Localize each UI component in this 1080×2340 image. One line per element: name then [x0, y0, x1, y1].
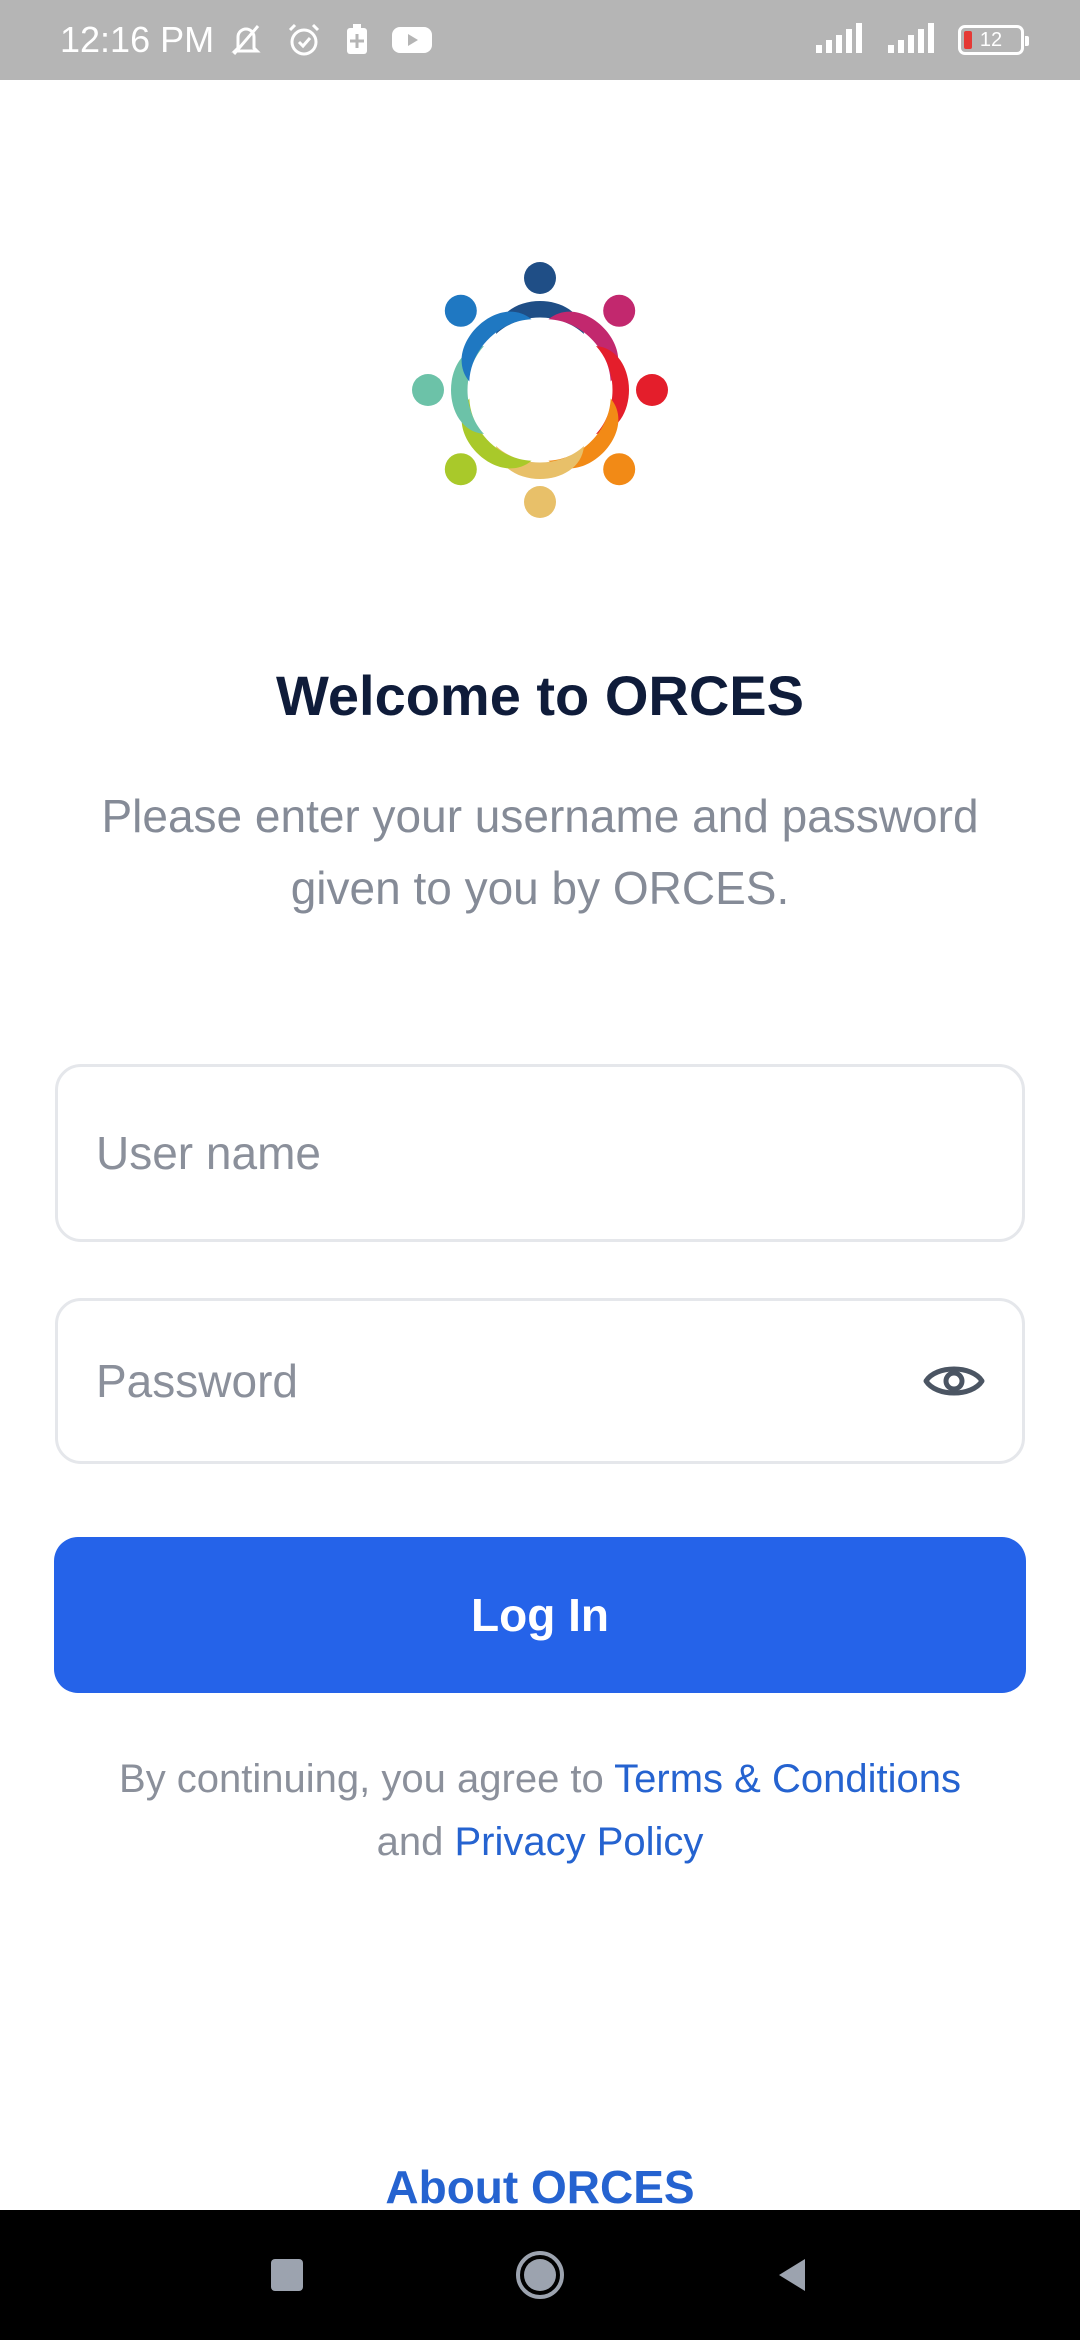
home-button[interactable]: [510, 2245, 570, 2305]
username-input[interactable]: [94, 1125, 986, 1181]
legal-notice: By continuing, you agree to Terms & Cond…: [60, 1748, 1020, 1874]
about-link[interactable]: About ORCES: [0, 2160, 1080, 2214]
legal-prefix: By continuing, you agree to: [119, 1757, 615, 1801]
login-instructions: Please enter your username and password …: [101, 790, 979, 914]
people-circle-logo: [412, 262, 668, 518]
triangle-back-icon: [779, 2259, 806, 2291]
notifications-muted-icon: [226, 20, 266, 60]
alarm-icon: [284, 20, 324, 60]
status-time: 12:16 PM: [60, 19, 215, 60]
privacy-link[interactable]: Privacy Policy: [454, 1820, 703, 1864]
login-screen: Welcome to ORCES Please enter your usern…: [0, 80, 1080, 2213]
status-bar: 12:16 PM 12: [0, 0, 1080, 80]
eye-icon[interactable]: [922, 1349, 986, 1413]
password-field[interactable]: [55, 1298, 1025, 1464]
status-icons-right: 12: [814, 21, 1029, 60]
legal-and: and: [376, 1820, 455, 1864]
square-icon: [270, 2259, 303, 2291]
username-field[interactable]: [55, 1064, 1025, 1242]
navigation-bar: [0, 2210, 1080, 2340]
back-button[interactable]: [763, 2245, 823, 2305]
password-input[interactable]: [94, 1353, 906, 1409]
terms-link[interactable]: Terms & Conditions: [614, 1757, 961, 1801]
battery-fill: [964, 31, 972, 49]
battery-level: 12: [979, 28, 1003, 51]
youtube-icon: [390, 23, 434, 57]
battery-icon: 12: [958, 25, 1029, 55]
battery-saver-icon: [342, 20, 372, 60]
circle-icon: [515, 2251, 564, 2299]
status-icons-left: [226, 20, 434, 60]
signal-icon: [814, 21, 868, 60]
signal-icon: [886, 21, 940, 60]
page-title: Welcome to ORCES: [276, 664, 804, 727]
login-button[interactable]: Log In: [54, 1537, 1026, 1693]
recents-button[interactable]: [257, 2245, 317, 2305]
